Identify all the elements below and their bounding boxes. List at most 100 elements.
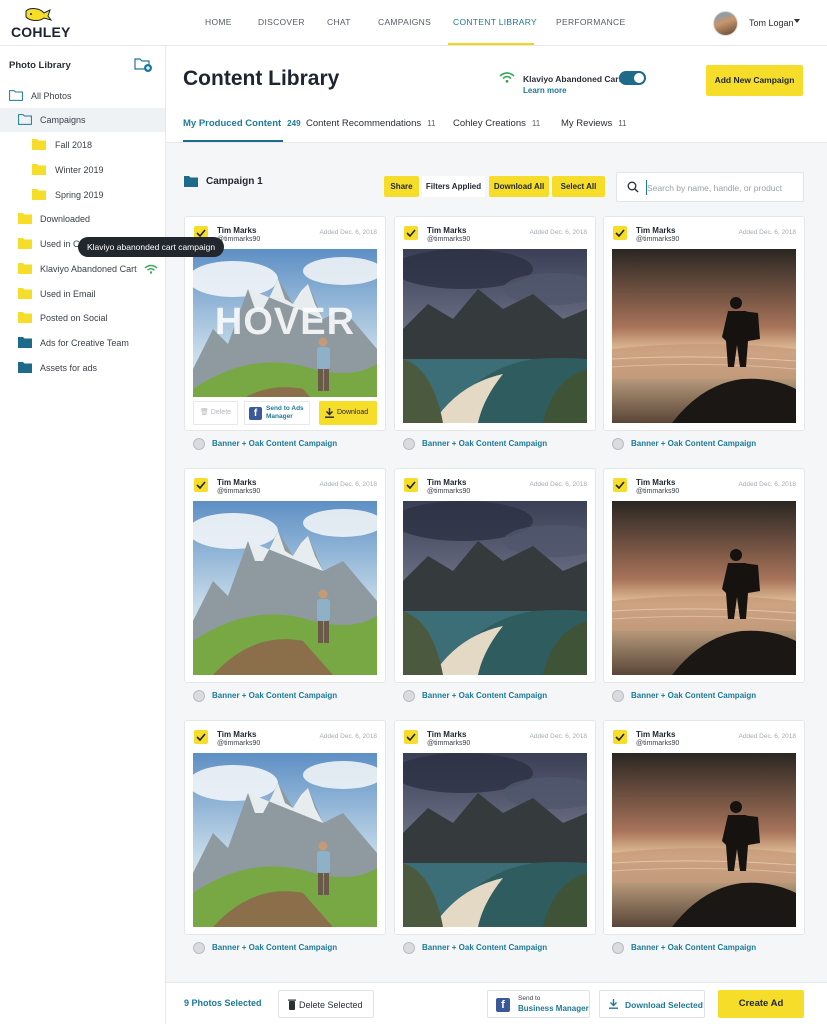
creator-name[interactable]: Tim Marks <box>217 478 256 487</box>
sidebar-item-winter-2019[interactable]: Winter 2019 <box>0 158 165 182</box>
content-image[interactable] <box>193 753 377 927</box>
sidebar-item-posted-on-social[interactable]: Posted on Social <box>0 306 165 330</box>
create-ad-button[interactable]: Create Ad <box>718 990 804 1018</box>
nav-performance[interactable]: PERFORMANCE <box>556 17 625 27</box>
creator-name[interactable]: Tim Marks <box>427 226 466 235</box>
sidebar-item-used-in-email[interactable]: Used in Email <box>0 282 165 306</box>
creator-name[interactable]: Tim Marks <box>636 478 675 487</box>
nav-content-library[interactable]: CONTENT LIBRARY <box>453 17 537 27</box>
select-checkbox[interactable] <box>194 730 208 744</box>
download-all-button[interactable]: Download All <box>489 176 549 197</box>
content-image[interactable] <box>403 501 587 675</box>
campaign-link[interactable]: Banner + Oak Content Campaign <box>631 691 756 700</box>
sidebar-item-assets-for-ads[interactable]: Assets for ads <box>0 356 165 380</box>
campaign-tag[interactable]: Banner + Oak Content Campaign <box>403 690 593 702</box>
content-card[interactable]: Tim Marks @timmarks90 Added Dec. 6, 2018 Ba… <box>394 216 596 450</box>
sidebar-item-all-photos[interactable]: All Photos <box>0 84 165 108</box>
sidebar-item-klaviyo-abandoned-cart[interactable]: Klaviyo Abandoned Cart <box>0 257 165 281</box>
campaign-tag[interactable]: Banner + Oak Content Campaign <box>403 942 593 954</box>
select-checkbox[interactable] <box>404 226 418 240</box>
nav-chat[interactable]: CHAT <box>327 17 351 27</box>
content-card[interactable]: Tim Marks @timmarks90 Added Dec. 6, 2018 Ba… <box>184 720 386 954</box>
cohley-logo[interactable]: COHLEY <box>10 8 70 40</box>
filters-applied-button[interactable]: Filters Applied <box>422 176 485 197</box>
content-card[interactable]: Tim Marks @timmarks90 Added Dec. 6, 2018 Ba… <box>394 468 596 702</box>
added-date: Added Dec. 6, 2018 <box>319 481 377 488</box>
campaign-tag[interactable]: Banner + Oak Content Campaign <box>193 942 383 954</box>
tab-label: My Reviews <box>561 118 613 129</box>
campaign-link[interactable]: Banner + Oak Content Campaign <box>422 439 547 448</box>
sidebar-item-spring-2019[interactable]: Spring 2019 <box>0 183 165 207</box>
trash-icon: 🗑 <box>199 409 209 416</box>
content-image[interactable] <box>193 501 377 675</box>
nav-discover[interactable]: DISCOVER <box>258 17 305 27</box>
content-card[interactable]: Tim Marks @timmarks90 Added Dec. 6, 2018 Ba… <box>603 216 805 450</box>
campaign-link[interactable]: Banner + Oak Content Campaign <box>422 943 547 952</box>
tab-content-recommendations[interactable]: Content Recommendations 11 <box>306 118 435 129</box>
creator-name[interactable]: Tim Marks <box>217 730 256 739</box>
sidebar-item-fall-2018[interactable]: Fall 2018 <box>0 133 165 157</box>
nav-home[interactable]: HOME <box>205 17 232 27</box>
delete-selected-button[interactable]: Delete Selected <box>278 990 374 1018</box>
content-image[interactable] <box>612 753 796 927</box>
creator-name[interactable]: Tim Marks <box>427 478 466 487</box>
content-card[interactable]: Tim Marks @timmarks90 Added Dec. 6, 2018 Ba… <box>603 468 805 702</box>
user-name[interactable]: Tom Logan <box>749 18 794 28</box>
content-image[interactable] <box>612 501 796 675</box>
tab-cohley-creations[interactable]: Cohley Creations 11 <box>453 118 540 129</box>
avatar[interactable] <box>713 11 738 36</box>
send-to-ads-manager-button[interactable]: f Send to Ads Manager <box>244 401 310 425</box>
download-button[interactable]: Download <box>319 401 377 425</box>
campaign-link[interactable]: Banner + Oak Content Campaign <box>212 439 337 448</box>
learn-more-link[interactable]: Learn more <box>523 86 567 95</box>
sidebar-item-campaigns[interactable]: Campaigns <box>0 108 165 132</box>
content-card[interactable]: Tim Marks @timmarks90 Added Dec. 6, 2018 Ba… <box>603 720 805 954</box>
tab-my-reviews[interactable]: My Reviews 11 <box>561 118 627 129</box>
download-selected-button[interactable]: Download Selected <box>599 990 705 1018</box>
content-image[interactable] <box>403 249 587 423</box>
creator-name[interactable]: Tim Marks <box>636 730 675 739</box>
select-checkbox[interactable] <box>613 226 627 240</box>
campaign-tag[interactable]: Banner + Oak Content Campaign <box>193 690 383 702</box>
integration-toggle[interactable] <box>619 71 646 85</box>
select-all-button[interactable]: Select All <box>552 176 605 197</box>
select-checkbox[interactable] <box>194 478 208 492</box>
sidebar-item-ads-for-creative-team[interactable]: Ads for Creative Team <box>0 331 165 355</box>
delete-button[interactable]: 🗑 Delete <box>193 401 238 425</box>
folder-icon <box>18 213 32 224</box>
creator-name[interactable]: Tim Marks <box>217 226 256 235</box>
select-checkbox[interactable] <box>613 730 627 744</box>
campaign-link[interactable]: Banner + Oak Content Campaign <box>422 691 547 700</box>
tab-my-produced-content[interactable]: My Produced Content 249 <box>183 118 301 129</box>
campaign-tag[interactable]: Banner + Oak Content Campaign <box>612 942 802 954</box>
creator-name[interactable]: Tim Marks <box>636 226 675 235</box>
content-card[interactable]: Tim Marks @timmarks90 Added Dec. 6, 2018 Ba… <box>184 468 386 702</box>
campaign-tag[interactable]: Banner + Oak Content Campaign <box>403 438 593 450</box>
add-new-campaign-button[interactable]: Add New Campaign <box>706 65 803 96</box>
share-button[interactable]: Share <box>384 176 419 197</box>
campaign-tag[interactable]: Banner + Oak Content Campaign <box>612 438 802 450</box>
content-image[interactable] <box>403 753 587 927</box>
bottom-action-bar: 9 Photos Selected Delete Selected f Send… <box>166 982 827 1024</box>
campaign-link[interactable]: Banner + Oak Content Campaign <box>212 943 337 952</box>
sidebar-item-downloaded[interactable]: Downloaded <box>0 207 165 231</box>
campaign-link[interactable]: Banner + Oak Content Campaign <box>631 943 756 952</box>
select-checkbox[interactable] <box>404 730 418 744</box>
search-input[interactable]: Search by name, handle, or product <box>616 172 804 202</box>
caret-down-icon[interactable] <box>794 19 800 23</box>
campaign-link[interactable]: Banner + Oak Content Campaign <box>212 691 337 700</box>
content-image[interactable] <box>612 249 796 423</box>
select-checkbox[interactable] <box>613 478 627 492</box>
nav-campaigns[interactable]: CAMPAIGNS <box>378 17 431 27</box>
campaign-link[interactable]: Banner + Oak Content Campaign <box>631 439 756 448</box>
creator-name[interactable]: Tim Marks <box>427 730 466 739</box>
add-folder-icon[interactable] <box>134 56 152 72</box>
integration-title: Klaviyo Abandoned Cart <box>523 74 622 84</box>
campaign-tag[interactable]: Banner + Oak Content Campaign <box>612 690 802 702</box>
folder-outline-icon <box>9 90 23 101</box>
content-image[interactable]: HOVER <box>193 249 377 397</box>
content-card[interactable]: Tim Marks @timmarks90 Added Dec. 6, 2018 Ba… <box>394 720 596 954</box>
select-checkbox[interactable] <box>404 478 418 492</box>
send-to-business-manager-button[interactable]: f Send to Business Manager <box>487 990 590 1018</box>
campaign-tag[interactable]: Banner + Oak Content Campaign <box>193 438 383 450</box>
